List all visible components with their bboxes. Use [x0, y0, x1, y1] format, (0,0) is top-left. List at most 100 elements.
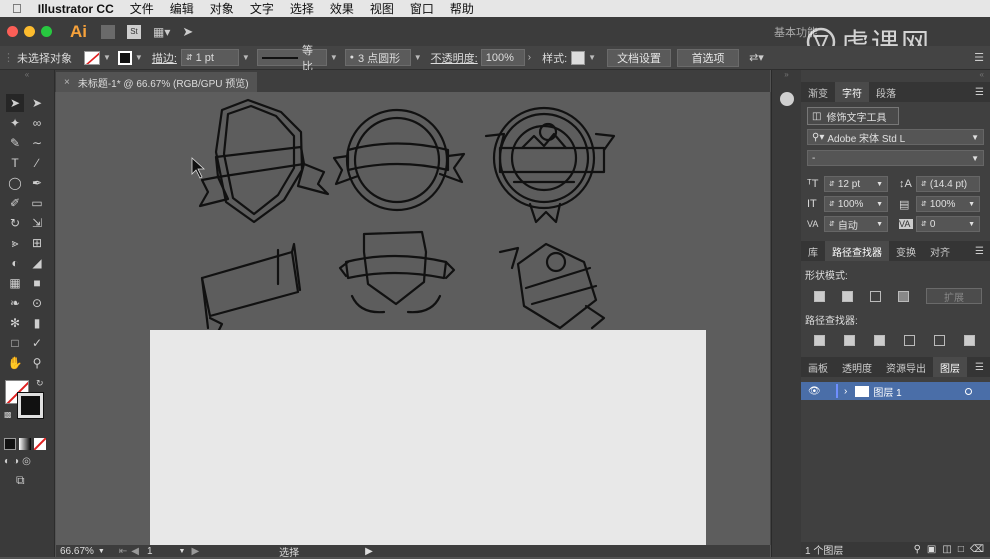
tracking-field[interactable]: ⇵ 0 ▼	[916, 216, 980, 232]
tab-pathfinder[interactable]: 路径查找器	[825, 241, 889, 261]
stock-icon[interactable]: St	[127, 24, 141, 39]
curvature-tool-icon[interactable]: ∼	[28, 134, 46, 152]
brush-definition[interactable]: ● 3 点圆形	[344, 49, 411, 66]
outline-icon[interactable]	[931, 333, 947, 347]
menu-effect[interactable]: 效果	[322, 0, 362, 17]
menu-object[interactable]: 对象	[202, 0, 242, 17]
zoom-level[interactable]: 66.67%	[60, 546, 94, 557]
menu-help[interactable]: 帮助	[442, 0, 482, 17]
arrange-documents-icon[interactable]: ▦▾	[153, 25, 170, 39]
badge-rosette-mountain[interactable]	[484, 106, 616, 224]
paintbrush-tool-icon[interactable]: ✒	[28, 174, 46, 192]
graphic-style-swatch[interactable]	[571, 50, 586, 65]
gradient-tool-icon[interactable]: ■	[28, 274, 46, 292]
zoom-tool-icon[interactable]: ⚲	[28, 354, 46, 372]
menu-type[interactable]: 文字	[242, 0, 282, 17]
first-artboard-icon[interactable]: ⇤	[119, 546, 127, 557]
artboard-tool-icon[interactable]: □	[6, 334, 24, 352]
zoom-dropdown-icon[interactable]: ▼	[98, 548, 105, 555]
canvas[interactable]	[56, 92, 770, 545]
font-size-field[interactable]: ⇵ 12 pt ▼	[824, 176, 888, 192]
variable-width-profile[interactable]: 等比	[256, 45, 327, 73]
symbol-sprayer-tool-icon[interactable]: ✻	[6, 314, 24, 332]
minus-back-icon[interactable]	[961, 333, 977, 347]
vertical-scale-field[interactable]: ⇵ 100% ▼	[824, 196, 888, 212]
minus-front-icon[interactable]	[839, 289, 855, 303]
perspective-grid-tool-icon[interactable]: ◢	[28, 254, 46, 272]
direct-selection-tool-icon[interactable]: ➤	[28, 94, 46, 112]
zoom-window-button[interactable]	[41, 26, 52, 37]
tab-layers[interactable]: 图层	[933, 357, 967, 377]
merge-icon[interactable]	[871, 333, 887, 347]
menu-select[interactable]: 选择	[282, 0, 322, 17]
apple-icon[interactable]: 	[0, 1, 30, 16]
font-family-select[interactable]: ⚲▾ Adobe 宋体 Std L ▼	[807, 129, 984, 145]
swap-fill-stroke-icon[interactable]: ↻	[36, 378, 44, 389]
status-arrow-icon[interactable]: ▶	[365, 546, 373, 557]
intersect-icon[interactable]	[867, 289, 883, 303]
line-tool-icon[interactable]: ∕	[28, 154, 46, 172]
stroke-stepper-icon[interactable]: ⇵	[186, 53, 193, 62]
visibility-eye-icon[interactable]: 👁	[808, 386, 824, 397]
menu-file[interactable]: 文件	[122, 0, 162, 17]
horizontal-scale-field[interactable]: ⇵ 100% ▼	[916, 196, 980, 212]
default-colors-icon[interactable]: ▩	[4, 410, 12, 419]
opacity-label[interactable]: 不透明度:	[431, 50, 478, 66]
color-guide-icon[interactable]	[780, 92, 794, 106]
arrange-icon[interactable]: ⇄▾	[749, 51, 764, 64]
stroke-dropdown-icon[interactable]: ▼	[135, 53, 143, 62]
badge-shield-ribbon[interactable]	[198, 98, 330, 224]
draw-normal-icon[interactable]: ◐	[4, 456, 10, 467]
lasso-tool-icon[interactable]: ∞	[28, 114, 46, 132]
locate-object-icon[interactable]: ⚲	[914, 544, 921, 555]
tab-character[interactable]: 字符	[835, 82, 869, 102]
tab-libraries[interactable]: 库	[801, 241, 825, 261]
free-transform-tool-icon[interactable]: ⊞	[28, 234, 46, 252]
eraser-tool-icon[interactable]: ▭	[28, 194, 46, 212]
pathfinder-panel-menu-icon[interactable]: ☰	[975, 246, 984, 257]
artboard[interactable]	[150, 330, 706, 545]
mesh-tool-icon[interactable]: ▦	[6, 274, 24, 292]
menu-view[interactable]: 视图	[362, 0, 402, 17]
leading-field[interactable]: ⇵ (14.4 pt)	[916, 176, 980, 192]
screen-mode-icon[interactable]: ⧉	[0, 473, 54, 488]
pen-tool-icon[interactable]: ✎	[6, 134, 24, 152]
fill-dropdown-icon[interactable]: ▼	[103, 53, 111, 62]
selection-tool-icon[interactable]: ➤	[6, 94, 24, 112]
delete-layer-icon[interactable]: ⌫	[970, 544, 984, 555]
stroke-swatch[interactable]	[117, 50, 132, 65]
gpu-performance-icon[interactable]: ➤	[182, 24, 193, 40]
layer-name[interactable]: 图层 1	[873, 384, 901, 399]
tab-transform[interactable]: 变换	[889, 241, 923, 261]
toolbar-collapse-icon[interactable]: «	[0, 70, 54, 82]
preferences-button[interactable]: 首选项	[677, 48, 740, 67]
draw-inside-icon[interactable]: ◎	[22, 456, 31, 467]
close-tab-icon[interactable]: ×	[64, 77, 70, 88]
layer-row[interactable]: 👁 › 图层 1	[801, 382, 990, 400]
stroke-weight-dropdown-icon[interactable]: ▼	[242, 53, 250, 62]
shape-builder-tool-icon[interactable]: ◐	[6, 254, 24, 272]
crop-icon[interactable]	[901, 333, 917, 347]
tab-asset-export[interactable]: 资源导出	[879, 357, 933, 377]
opacity-arrow-icon[interactable]: ›	[528, 52, 531, 63]
brush-dropdown-icon[interactable]: ▼	[414, 53, 422, 62]
type-tool-icon[interactable]: T	[6, 154, 24, 172]
bridge-icon[interactable]	[101, 24, 115, 39]
style-dropdown-icon[interactable]: ▼	[588, 53, 596, 62]
divide-icon[interactable]	[811, 333, 827, 347]
artboard-number[interactable]: 1	[147, 546, 153, 557]
tab-artboards[interactable]: 画板	[801, 357, 835, 377]
minimize-window-button[interactable]	[24, 26, 35, 37]
draw-behind-icon[interactable]: ◑	[13, 456, 19, 467]
expand-layer-icon[interactable]: ›	[844, 386, 847, 397]
panel-menu-icon[interactable]: ☰	[974, 51, 984, 64]
panel-collapse-icon[interactable]: »	[772, 70, 801, 82]
tab-paragraph[interactable]: 段落	[869, 82, 903, 102]
badge-angular-tag[interactable]	[498, 242, 606, 330]
layers-panel-menu-icon[interactable]: ☰	[975, 362, 984, 373]
document-tab[interactable]: × 未标题-1* @ 66.67% (RGB/GPU 预览)	[56, 72, 257, 92]
tab-transparency[interactable]: 透明度	[835, 357, 879, 377]
stroke-weight-field[interactable]: ⇵ 1 pt	[180, 49, 239, 66]
fill-swatch[interactable]	[84, 50, 100, 65]
document-setup-button[interactable]: 文档设置	[607, 48, 672, 67]
